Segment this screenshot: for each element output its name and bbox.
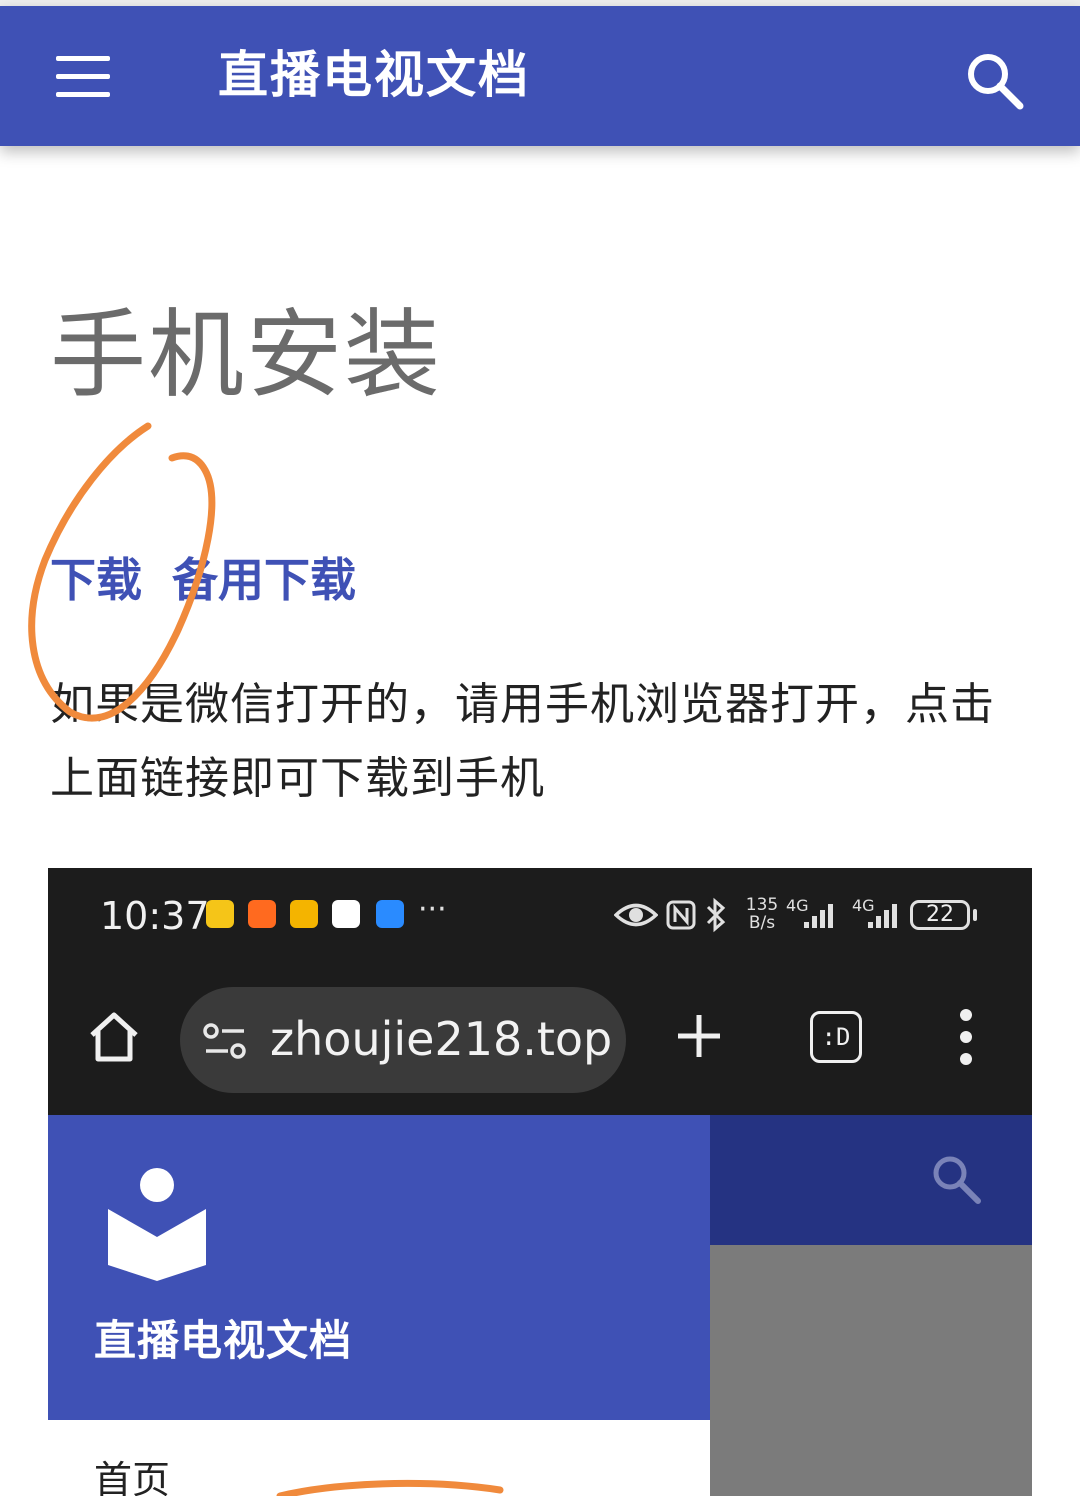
status-bar: 10:37 ··· 135 B/s 4G 4G 22 bbox=[48, 868, 1032, 963]
new-tab-button[interactable] bbox=[674, 1011, 724, 1061]
battery-indicator: 22 bbox=[910, 900, 970, 930]
search-icon bbox=[933, 1156, 981, 1204]
nfc-icon bbox=[666, 900, 696, 930]
book-reader-icon bbox=[108, 1168, 206, 1281]
eye-icon bbox=[614, 903, 658, 927]
more-notifications-icon: ··· bbox=[418, 892, 447, 927]
search-button[interactable] bbox=[960, 46, 1030, 116]
more-vert-icon bbox=[960, 1009, 972, 1065]
mail-icon bbox=[290, 900, 318, 928]
status-time: 10:37 bbox=[100, 894, 210, 938]
meituan-hotel-icon bbox=[206, 900, 234, 928]
menu-button[interactable] bbox=[52, 50, 116, 102]
home-icon bbox=[90, 1012, 138, 1062]
address-bar[interactable]: zhoujie218.top bbox=[180, 987, 626, 1093]
network-speed: 135 B/s bbox=[742, 896, 782, 932]
tabs-button[interactable]: :D bbox=[810, 1011, 862, 1063]
instruction-text: 如果是微信打开的，请用手机浏览器打开，点击上面链接即可下载到手机 bbox=[50, 679, 995, 804]
search-icon bbox=[968, 54, 1024, 110]
bluetooth-icon bbox=[706, 897, 726, 933]
download-link[interactable]: 下载 bbox=[50, 553, 142, 607]
navigation-drawer: 直播电视文档 首页 bbox=[48, 1115, 710, 1496]
backup-download-link[interactable]: 备用下载 bbox=[172, 553, 356, 607]
taobao-icon bbox=[248, 900, 276, 928]
home-button[interactable] bbox=[84, 1007, 144, 1067]
battery-tip bbox=[973, 909, 977, 921]
app-bar: 直播电视文档 bbox=[0, 6, 1080, 146]
app-title: 直播电视文档 bbox=[218, 46, 530, 104]
more-options-button[interactable] bbox=[956, 1007, 976, 1067]
network-speed-unit: B/s bbox=[748, 913, 776, 933]
page-title: 手机安装 bbox=[50, 299, 442, 411]
qq-icon bbox=[332, 900, 360, 928]
menu-icon-bar-2 bbox=[56, 74, 110, 79]
signal-icon-1 bbox=[804, 904, 833, 928]
embedded-screenshot: 10:37 ··· 135 B/s 4G 4G 22 zhoujie218.to… bbox=[48, 868, 1032, 1496]
menu-icon-bar-3 bbox=[56, 92, 110, 97]
signal-icon-2 bbox=[868, 904, 897, 928]
network-speed-value: 135 bbox=[745, 895, 779, 915]
menu-icon-bar-1 bbox=[56, 56, 110, 61]
drawer-item-home[interactable]: 首页 bbox=[94, 1455, 170, 1496]
app-icon bbox=[376, 900, 404, 928]
site-settings-icon bbox=[203, 1023, 246, 1059]
drawer-header: 直播电视文档 bbox=[48, 1115, 710, 1420]
plus-icon bbox=[678, 1015, 720, 1057]
url-text: zhoujie218.top bbox=[270, 1012, 613, 1066]
browser-toolbar: zhoujie218.top :D bbox=[48, 963, 1032, 1115]
drawer-title: 直播电视文档 bbox=[94, 1316, 353, 1365]
download-links: 下载 备用下载 bbox=[50, 548, 356, 612]
